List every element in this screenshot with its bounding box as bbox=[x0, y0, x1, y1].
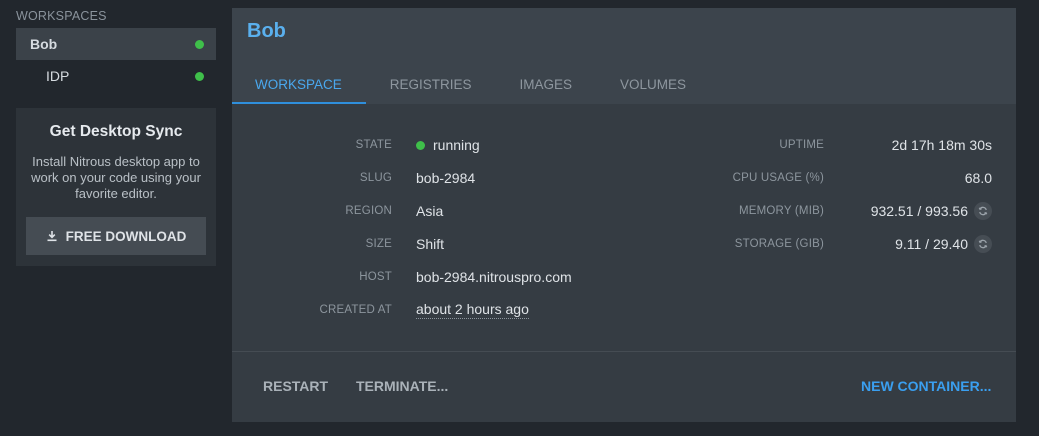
action-bar: RESTART TERMINATE... NEW CONTAINER... bbox=[232, 352, 1016, 422]
promo-text: Install Nitrous desktop app to work on y… bbox=[31, 154, 201, 201]
detail-row-uptime: UPTIME 2d 17h 18m 30s bbox=[232, 135, 1016, 155]
sidebar-item-bob[interactable]: Bob bbox=[16, 28, 216, 60]
sidebar-item-idp[interactable]: IDP bbox=[16, 60, 216, 92]
host-value: bob-2984.nitrouspro.com bbox=[416, 269, 572, 285]
status-dot-icon bbox=[195, 39, 204, 49]
terminate-button[interactable]: TERMINATE... bbox=[356, 378, 448, 394]
detail-label: STORAGE (GiB) bbox=[734, 238, 824, 250]
free-download-button[interactable]: FREE DOWNLOAD bbox=[26, 217, 206, 255]
tab-bar: WORKSPACE REGISTRIES IMAGES VOLUMES bbox=[232, 64, 710, 104]
free-download-label: FREE DOWNLOAD bbox=[65, 228, 187, 244]
sidebar-item-label: IDP bbox=[46, 68, 70, 84]
desktop-sync-promo: Get Desktop Sync Install Nitrous desktop… bbox=[16, 108, 216, 266]
detail-row-memory: MEMORY (MiB) 932.51 / 993.56 bbox=[232, 201, 1016, 221]
detail-label: MEMORY (MiB) bbox=[738, 205, 824, 217]
cpu-usage-value: 68.0 bbox=[964, 170, 992, 186]
detail-row-cpu: CPU USAGE (%) 68.0 bbox=[232, 168, 1016, 188]
panel-header: Bob WORKSPACE REGISTRIES IMAGES VOLUMES bbox=[232, 8, 1016, 104]
page-title: Bob bbox=[247, 20, 286, 42]
refresh-icon[interactable] bbox=[974, 202, 992, 220]
restart-button[interactable]: RESTART bbox=[263, 378, 328, 394]
storage-value: 9.11 / 29.40 bbox=[832, 235, 992, 253]
created-at-value: about 2 hours ago bbox=[416, 301, 529, 319]
uptime-value: 2d 17h 18m 30s bbox=[891, 137, 992, 153]
detail-row-storage: STORAGE (GiB) 9.11 / 29.40 bbox=[232, 234, 1016, 254]
memory-value: 932.51 / 993.56 bbox=[832, 202, 992, 220]
sidebar: WORKSPACES Bob IDP Get Desktop Sync Inst… bbox=[0, 0, 232, 436]
detail-label: CREATED AT bbox=[319, 304, 392, 316]
detail-label: CPU USAGE (%) bbox=[732, 172, 824, 184]
storage-text: 9.11 / 29.40 bbox=[895, 236, 968, 252]
memory-text: 932.51 / 993.56 bbox=[870, 203, 968, 219]
detail-row-host: HOST bob-2984.nitrouspro.com bbox=[232, 267, 672, 287]
tab-images[interactable]: IMAGES bbox=[496, 64, 597, 104]
refresh-icon[interactable] bbox=[974, 235, 992, 253]
sidebar-item-label: Bob bbox=[30, 36, 58, 52]
promo-title: Get Desktop Sync bbox=[49, 123, 183, 140]
detail-label: HOST bbox=[359, 271, 392, 283]
download-icon bbox=[46, 230, 58, 242]
workspace-panel: Bob WORKSPACE REGISTRIES IMAGES VOLUMES … bbox=[232, 8, 1016, 422]
tab-workspace[interactable]: WORKSPACE bbox=[232, 64, 366, 104]
new-container-button[interactable]: NEW CONTAINER... bbox=[861, 378, 991, 394]
sidebar-heading: WORKSPACES bbox=[16, 9, 107, 23]
detail-row-created-at: CREATED AT about 2 hours ago bbox=[232, 300, 672, 320]
status-dot-icon bbox=[195, 71, 204, 81]
tab-volumes[interactable]: VOLUMES bbox=[596, 64, 710, 104]
workspace-details: STATE running SLUG bob-2984 REGION Asia … bbox=[232, 104, 1016, 351]
detail-label: UPTIME bbox=[779, 139, 824, 151]
tab-registries[interactable]: REGISTRIES bbox=[366, 64, 496, 104]
